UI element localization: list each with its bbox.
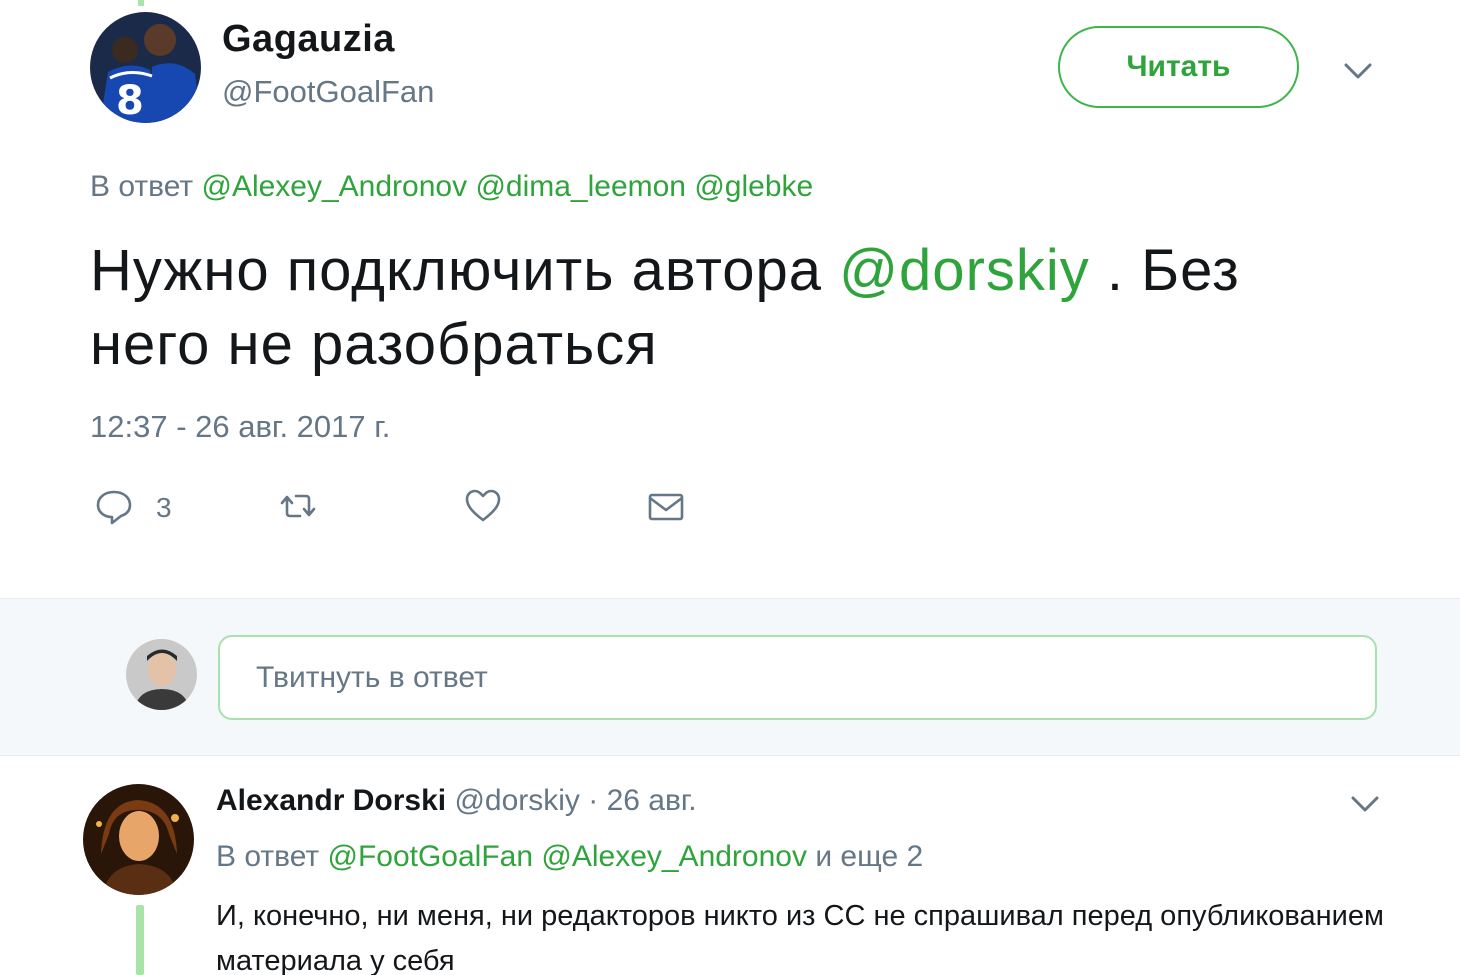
- reply-to-prefix: В ответ: [90, 170, 194, 203]
- reply-input[interactable]: [218, 635, 1377, 720]
- reply-count: 3: [156, 492, 172, 523]
- follow-button[interactable]: Читать: [1058, 26, 1299, 108]
- reply-to-line: В ответ @FootGoalFan @Alexey_Andronov и …: [216, 840, 923, 874]
- mention-link[interactable]: @dima_leemon: [475, 170, 686, 203]
- main-tweet: 8 Gagauzia @FootGoalFan Читать В ответ @…: [0, 0, 1460, 598]
- tweet-text: Нужно подключить автора @dorskiy . Без н…: [90, 234, 1370, 382]
- chevron-down-icon[interactable]: [1342, 56, 1374, 86]
- mention-link[interactable]: @dorskiy: [839, 238, 1090, 303]
- reply-to-more[interactable]: и еще 2: [815, 840, 923, 873]
- mention-link[interactable]: @Alexey_Andronov: [201, 170, 467, 203]
- thread-connector: [138, 0, 144, 6]
- reply-date[interactable]: · 26 авг.: [588, 784, 696, 817]
- like-button[interactable]: [463, 483, 503, 533]
- mention-link[interactable]: @FootGoalFan: [327, 840, 533, 873]
- reply-header: Alexandr Dorski @dorskiy · 26 авг.: [216, 784, 697, 818]
- chevron-down-icon[interactable]: [1349, 789, 1381, 819]
- like-icon: [463, 486, 503, 531]
- svg-text:8: 8: [116, 78, 144, 123]
- reply-to-prefix: В ответ: [216, 840, 320, 873]
- tweet-timestamp[interactable]: 12:37 - 26 авг. 2017 г.: [90, 409, 390, 445]
- reply-tweet[interactable]: Alexandr Dorski @dorskiy · 26 авг. В отв…: [0, 757, 1460, 975]
- reply-author-name[interactable]: Alexandr Dorski: [216, 784, 446, 817]
- thread-line: [136, 905, 144, 975]
- reply-text: И, конечно, ни меня, ни редакторов никто…: [216, 900, 1384, 975]
- reply-author-handle[interactable]: @dorskiy: [454, 784, 579, 817]
- message-button[interactable]: [646, 483, 686, 533]
- retweet-icon: [278, 486, 318, 531]
- reply-composer: [0, 598, 1460, 756]
- author-avatar[interactable]: 8: [90, 12, 201, 123]
- tweet-text-part: Нужно подключить автора: [90, 238, 840, 303]
- reply-button[interactable]: 3: [94, 483, 172, 533]
- mention-link[interactable]: @glebke: [694, 170, 813, 203]
- reply-icon: [94, 486, 134, 531]
- reply-author-avatar[interactable]: [83, 784, 194, 895]
- mention-link[interactable]: @Alexey_Andronov: [541, 840, 807, 873]
- message-icon: [646, 486, 686, 531]
- author-name[interactable]: Gagauzia: [222, 18, 395, 61]
- author-handle[interactable]: @FootGoalFan: [222, 74, 434, 110]
- reply-to-line: В ответ @Alexey_Andronov @dima_leemon @g…: [90, 170, 813, 204]
- current-user-avatar: [126, 639, 197, 710]
- retweet-button[interactable]: [278, 483, 318, 533]
